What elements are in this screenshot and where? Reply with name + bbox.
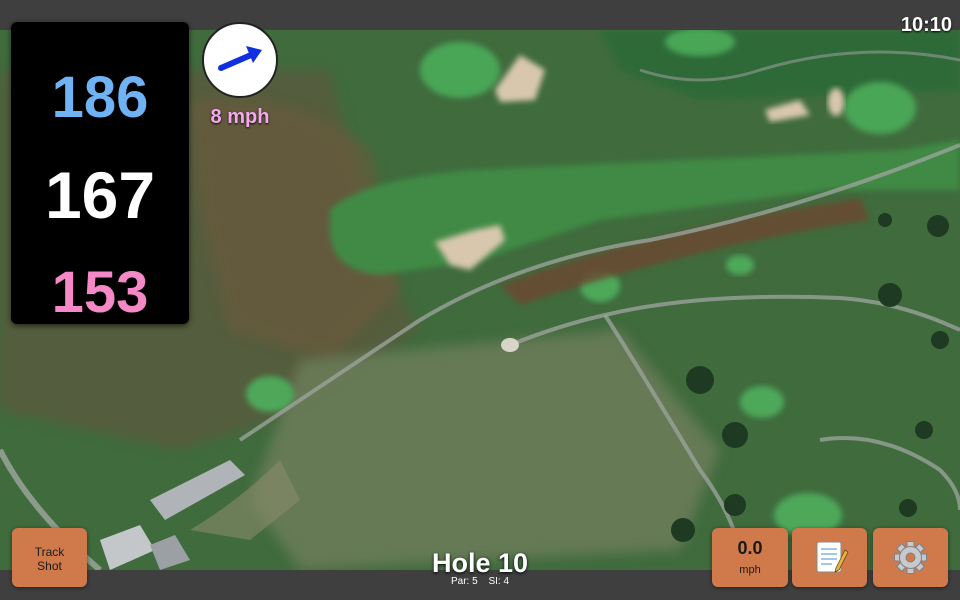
hole-par: Par: 5 xyxy=(450,576,478,587)
front-of-green-distance: 153 xyxy=(51,260,149,325)
hole-stroke-index: SI: 4 xyxy=(488,576,510,587)
distance-panel: 186 167 153 xyxy=(11,22,189,325)
track-shot-label-line2: Shot xyxy=(37,559,62,573)
track-shot-button[interactable]: Track Shot xyxy=(12,528,87,587)
wind-speed-label: 8 mph xyxy=(210,106,270,128)
speed-unit: mph xyxy=(739,564,761,576)
scorecard-button[interactable] xyxy=(792,528,867,587)
track-shot-label-line1: Track xyxy=(34,545,65,559)
hole-title: Hole 10 xyxy=(431,548,529,578)
gear-icon xyxy=(894,541,927,574)
hole-par-si: Par: 5 SI: 4 xyxy=(380,576,580,587)
settings-button[interactable] xyxy=(873,528,948,587)
wind-direction-indicator xyxy=(202,22,278,98)
middle-of-green-distance: 167 xyxy=(44,158,156,232)
wind-direction-arrow-icon xyxy=(218,46,262,71)
back-of-green-distance: 186 xyxy=(51,65,149,130)
scorecard-notes-icon xyxy=(816,541,849,573)
speed-value: 0.0 xyxy=(737,538,763,558)
shot-speed-button[interactable]: 0.0 mph xyxy=(712,528,788,587)
clock-time: 10:10 xyxy=(900,14,952,36)
